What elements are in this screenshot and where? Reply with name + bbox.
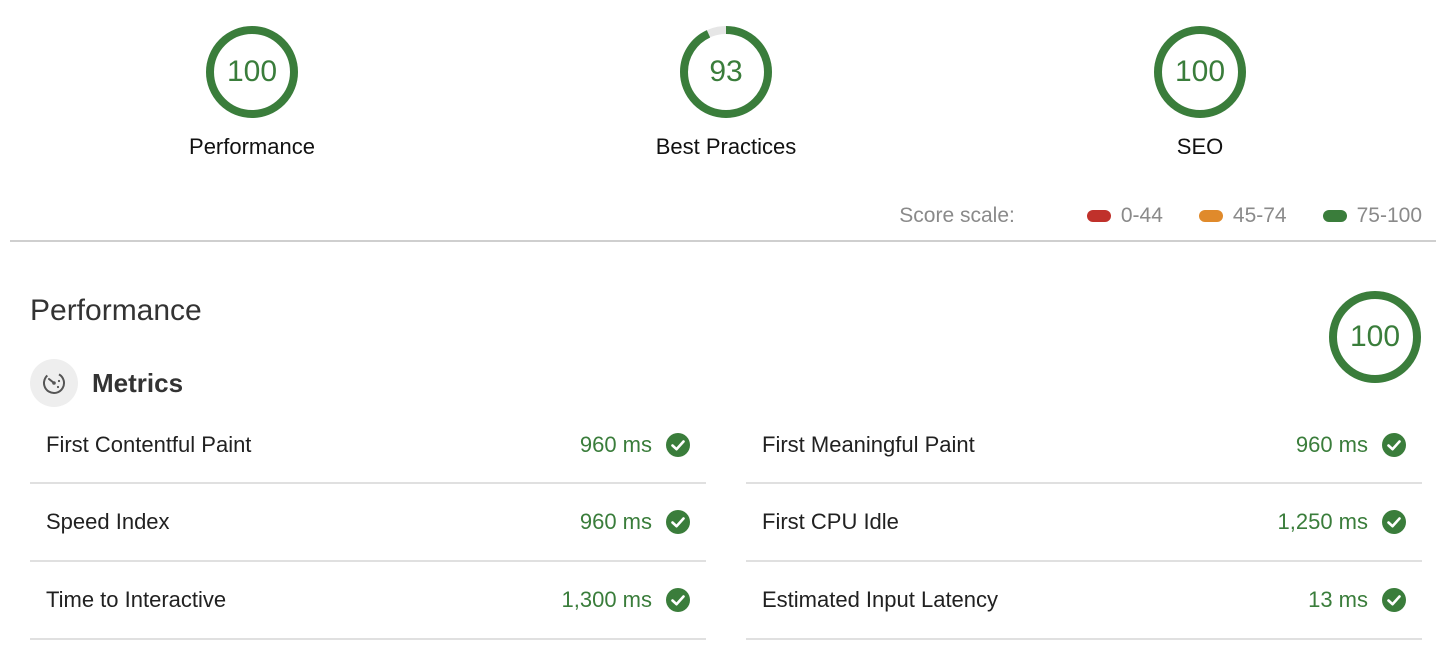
metrics-column-left: First Contentful Paint 960 ms Speed Inde… <box>30 408 706 640</box>
check-circle-icon <box>1382 588 1406 612</box>
scale-range-pass: 75-100 <box>1322 204 1422 228</box>
section-divider <box>10 240 1436 242</box>
category-seo[interactable]: 100 SEO <box>1080 22 1320 160</box>
metric-row[interactable]: Time to Interactive 1,300 ms <box>30 562 706 640</box>
gauge-icon <box>30 359 78 407</box>
score-gauge: 93 <box>676 22 776 122</box>
gauge-score: 100 <box>1174 55 1226 88</box>
metrics-column-right: First Meaningful Paint 960 ms First CPU … <box>746 408 1422 640</box>
scale-range-label: 0-44 <box>1120 204 1163 227</box>
category-best-practices[interactable]: 93 Best Practices <box>606 22 846 160</box>
metric-name: Estimated Input Latency <box>762 587 999 612</box>
metrics-title: Metrics <box>92 367 184 398</box>
fail-pill-icon <box>1086 210 1111 222</box>
metric-row[interactable]: First Meaningful Paint 960 ms <box>746 408 1422 484</box>
gauge-score: 100 <box>1349 320 1401 353</box>
metric-row[interactable]: Speed Index 960 ms <box>30 484 706 562</box>
metric-value: 13 ms <box>1308 587 1368 612</box>
section-title: Performance <box>30 294 202 327</box>
check-circle-icon <box>666 433 690 457</box>
metric-row[interactable]: Estimated Input Latency 13 ms <box>746 562 1422 640</box>
average-pill-icon <box>1198 210 1223 222</box>
check-circle-icon <box>666 588 690 612</box>
gauge-label: Performance <box>189 134 315 159</box>
score-gauge: 100 <box>1325 287 1425 387</box>
metrics-header: Metrics <box>30 358 183 408</box>
metric-value: 960 ms <box>579 432 652 457</box>
metric-value: 960 ms <box>579 509 652 534</box>
scale-range-average: 45-74 <box>1198 204 1287 228</box>
scale-range-label: 45-74 <box>1232 204 1287 227</box>
metric-name: Speed Index <box>46 509 170 534</box>
check-circle-icon <box>1382 510 1406 534</box>
score-scale-legend: Score scale: 0-44 45-74 75-100 <box>899 202 1422 230</box>
metric-name: Time to Interactive <box>46 587 227 612</box>
metric-name: First Contentful Paint <box>46 432 252 457</box>
pass-pill-icon <box>1322 210 1347 222</box>
category-performance[interactable]: 100 Performance <box>132 22 372 160</box>
score-scale-title: Score scale: <box>899 204 1015 227</box>
metric-row[interactable]: First CPU Idle 1,250 ms <box>746 484 1422 562</box>
metric-value: 1,250 ms <box>1277 509 1369 534</box>
check-circle-icon <box>1382 433 1406 457</box>
metric-name: First Meaningful Paint <box>762 432 975 457</box>
score-gauge: 100 <box>202 22 302 122</box>
check-circle-icon <box>666 510 690 534</box>
metric-value: 960 ms <box>1295 432 1368 457</box>
scale-range-fail: 0-44 <box>1086 204 1163 228</box>
gauge-score: 100 <box>226 55 278 88</box>
gauge-label: Best Practices <box>655 134 797 159</box>
gauge-score: 93 <box>709 55 743 88</box>
metric-name: First CPU Idle <box>762 509 899 534</box>
metric-row[interactable]: First Contentful Paint 960 ms <box>30 408 706 484</box>
scale-range-label: 75-100 <box>1356 204 1422 227</box>
metric-value: 1,300 ms <box>561 587 653 612</box>
score-gauge: 100 <box>1150 22 1250 122</box>
performance-score-gauge: 100 <box>1325 287 1425 387</box>
gauge-label: SEO <box>1176 134 1224 159</box>
